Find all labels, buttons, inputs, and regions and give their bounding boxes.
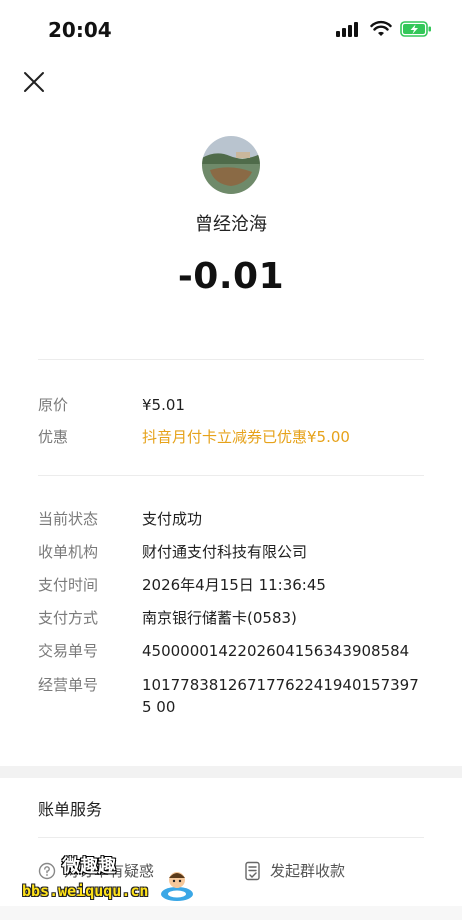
row-label: 经营单号 bbox=[38, 676, 99, 694]
landscape-photo-icon bbox=[202, 136, 260, 194]
row-label: 交易单号 bbox=[38, 642, 99, 660]
bottom-edge bbox=[0, 906, 462, 920]
row-label: 支付方式 bbox=[38, 609, 99, 627]
row-value: 财付通支付科技有限公司 bbox=[142, 543, 308, 561]
battery-charging-icon bbox=[400, 21, 431, 37]
watermark: 微趣趣 bbs.weiququ.cn bbox=[22, 852, 198, 908]
swim-ring-mascot-icon bbox=[161, 872, 193, 901]
row-label: 当前状态 bbox=[38, 510, 99, 528]
status-icons bbox=[336, 20, 432, 38]
wifi-icon bbox=[370, 20, 392, 36]
watermark-url: bbs.weiququ.cn bbox=[22, 882, 149, 900]
section-separator bbox=[0, 766, 462, 778]
group-collect-icon bbox=[245, 861, 260, 880]
divider bbox=[38, 837, 424, 838]
row-value: 南京银行储蓄卡(0583) bbox=[142, 609, 297, 627]
watermark-brand: 微趣趣 bbox=[62, 856, 116, 877]
bill-services-title: 账单服务 bbox=[38, 800, 103, 819]
row-value: 2026年4月15日 11:36:45 bbox=[142, 576, 326, 594]
row-value: ¥5.01 bbox=[142, 396, 185, 414]
row-label: 原价 bbox=[38, 396, 69, 414]
status-time: 20:04 bbox=[48, 18, 112, 42]
row-label: 收单机构 bbox=[38, 543, 99, 561]
status-bar: 20:04 bbox=[0, 0, 462, 62]
close-icon bbox=[24, 72, 44, 92]
discount-value: 抖音月付卡立减券已优惠¥5.00 bbox=[142, 428, 350, 446]
row-label: 优惠 bbox=[38, 428, 69, 446]
divider bbox=[38, 359, 424, 360]
row-value[interactable]: 4500000142202604156343908584 bbox=[142, 640, 428, 662]
group-collect-button[interactable]: 发起群收款 bbox=[244, 860, 345, 881]
row-value: 支付成功 bbox=[142, 510, 203, 528]
service-label: 发起群收款 bbox=[270, 862, 346, 880]
payee-name: 曾经沧海 bbox=[195, 214, 267, 235]
divider bbox=[38, 475, 424, 476]
payment-amount: -0.01 bbox=[177, 256, 285, 297]
row-label: 支付时间 bbox=[38, 576, 99, 594]
merchant-avatar bbox=[202, 136, 260, 194]
row-value[interactable]: 101778381267177622419401573975 00 bbox=[142, 674, 428, 718]
cellular-signal-icon bbox=[336, 22, 358, 37]
close-button[interactable] bbox=[20, 68, 48, 96]
